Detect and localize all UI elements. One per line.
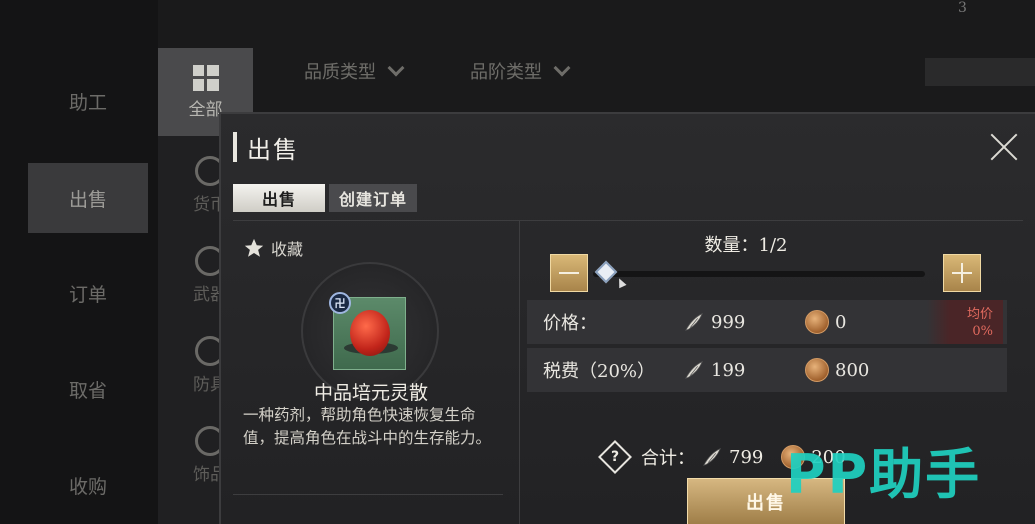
- help-icon[interactable]: ?: [598, 440, 632, 474]
- divider: [233, 494, 503, 495]
- total-label: 合计：: [641, 448, 695, 469]
- feather-amount: 199: [711, 359, 746, 381]
- sidebar-item-withdraw[interactable]: 取省: [28, 354, 148, 424]
- tax-coin-value: 800: [805, 358, 869, 382]
- sidebar-item-orders[interactable]: 订单: [28, 258, 148, 328]
- avg-label: 均价: [966, 307, 993, 322]
- feather-icon: [684, 313, 703, 331]
- chevron-down-icon: [387, 59, 405, 77]
- watermark-logo: PP助手: [786, 443, 982, 506]
- price-label: 价格：: [543, 313, 597, 334]
- filter-tier[interactable]: 品阶类型: [470, 58, 571, 84]
- star-icon: [244, 238, 264, 257]
- feather-icon: [702, 448, 721, 466]
- slider-handle[interactable]: [594, 260, 618, 284]
- coin-amount: 0: [835, 311, 847, 333]
- dialog-header: 出售: [233, 132, 299, 164]
- dialog-title: 出售: [247, 135, 299, 164]
- price-row: 价格： 999 0 均价 0%: [527, 300, 1007, 344]
- divider: [519, 220, 520, 524]
- coin-icon: [805, 310, 829, 334]
- help-glyph: ?: [610, 449, 620, 465]
- filter-label: 品阶类型: [470, 62, 542, 83]
- feather-amount: 799: [729, 446, 764, 468]
- tab-create-order[interactable]: 创建订单: [329, 184, 418, 212]
- price-coin-value[interactable]: 0: [805, 310, 846, 334]
- top-right-panel: [925, 58, 1035, 86]
- category-all-label: 全部: [188, 99, 223, 120]
- top-number: 3: [958, 0, 967, 16]
- item-description: 一种药剂，帮助角色快速恢复生命值，提高角色在战斗中的生存能力。: [243, 406, 492, 447]
- sidebar-item-purchase[interactable]: 收购: [28, 450, 148, 520]
- increase-button[interactable]: [943, 254, 981, 292]
- favorite-label: 收藏: [271, 240, 304, 259]
- grid-icon: [192, 64, 219, 91]
- sidebar-item-helper[interactable]: 助工: [28, 66, 148, 136]
- coin-icon: [805, 358, 829, 382]
- favorite-toggle[interactable]: 收藏: [243, 236, 303, 260]
- close-icon[interactable]: [989, 132, 1019, 162]
- avg-value: 0%: [972, 324, 993, 339]
- tab-sell[interactable]: 出售: [233, 184, 325, 212]
- grade-badge: 卍: [329, 292, 351, 314]
- filter-quality[interactable]: 品质类型: [304, 58, 405, 84]
- pill-icon: [350, 310, 390, 356]
- title-accent-bar: [233, 132, 237, 162]
- price-feather-value[interactable]: 999: [683, 311, 745, 333]
- quantity-slider[interactable]: [593, 271, 925, 277]
- feather-icon: [684, 361, 703, 379]
- mouse-cursor-icon: [615, 276, 627, 289]
- tax-feather-value: 199: [683, 359, 745, 381]
- total-feather-value: 799: [701, 446, 763, 468]
- coin-amount: 800: [835, 359, 870, 381]
- decrease-button[interactable]: [550, 254, 588, 292]
- sidebar-item-sell[interactable]: 出售: [28, 163, 148, 233]
- item-name: 中品培元灵散: [313, 382, 428, 404]
- filter-label: 品质类型: [304, 62, 376, 83]
- tax-label: 税费（20%）: [543, 361, 656, 382]
- average-price-tag: 均价 0%: [927, 300, 1003, 344]
- dialog-tabs: 出售 创建订单: [233, 184, 418, 212]
- feather-amount: 999: [711, 311, 746, 333]
- tax-row: 税费（20%） 199 800: [527, 348, 1007, 392]
- divider: [233, 220, 1023, 221]
- chevron-down-icon: [553, 59, 571, 77]
- quantity-label: 数量：1/2: [704, 235, 788, 256]
